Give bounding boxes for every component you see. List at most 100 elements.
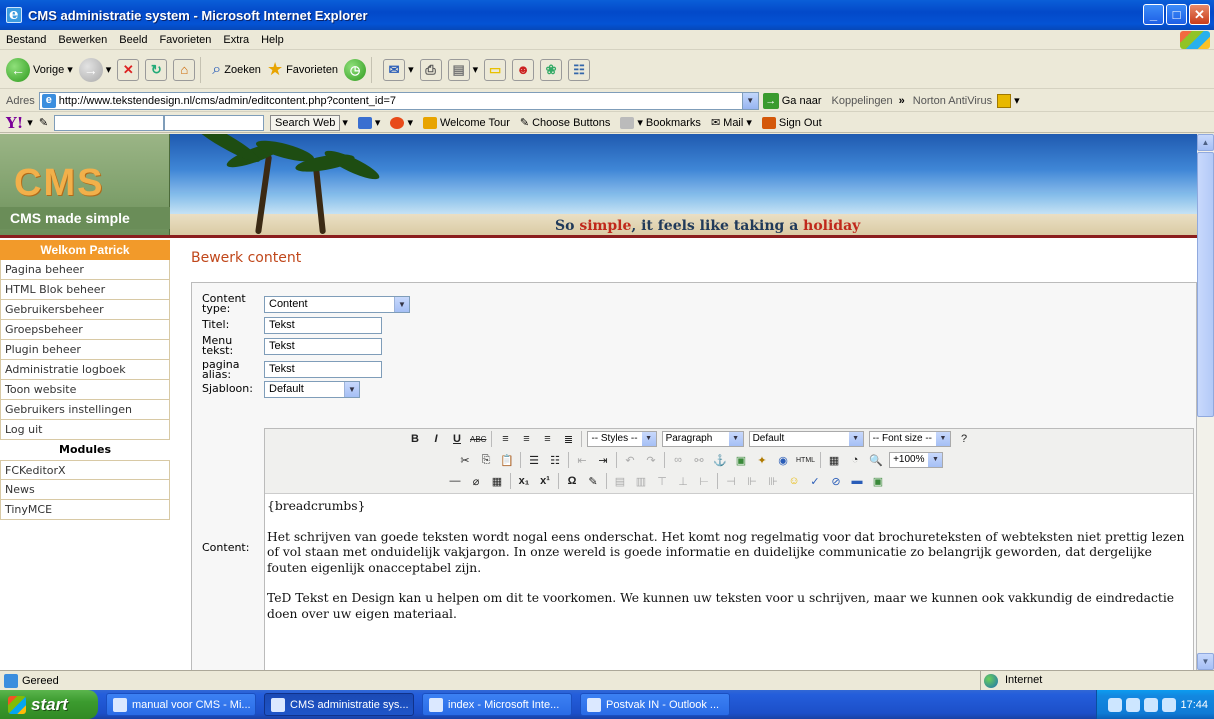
links-button[interactable]: Koppelingen [832,95,893,107]
emotion-icon[interactable]: ☺ [786,473,802,489]
col-after-icon[interactable]: ⊩ [744,473,760,489]
content-type-select[interactable]: Content ▼ [264,296,410,313]
zoom-select[interactable]: +100% ▼ [889,452,944,468]
favorites-button[interactable]: ★ Favorieten [267,59,338,80]
norton-dropdown-icon[interactable]: ▾ [1014,94,1020,107]
yahoo-list-icon[interactable]: ▾ [357,116,380,129]
close-button[interactable]: ✕ [1189,4,1210,25]
clock[interactable]: 17:44 [1180,699,1208,711]
flash-icon[interactable]: ⊘ [828,473,844,489]
taskbar-item-cms[interactable]: CMS administratie sys... [264,693,414,716]
html-icon[interactable]: HTML [796,452,815,468]
page-scrollbar[interactable]: ▲ ▼ [1197,134,1214,670]
network-icon[interactable] [1162,697,1177,712]
format-select[interactable]: Paragraph ▼ [661,431,744,447]
contacts-icon[interactable]: ☷ [568,58,591,81]
strikethrough-button[interactable]: ABC [470,431,486,447]
copy-icon[interactable]: ⎘ [478,452,494,468]
menu-bestand[interactable]: Bestand [0,34,52,46]
menu-bewerken[interactable]: Bewerken [52,34,113,46]
editor-content[interactable]: {breadcrumbs} Het schrijven van goede te… [267,499,1187,637]
cleanup-icon[interactable]: ✦ [754,452,770,468]
yahoo-logo-icon[interactable]: Y! [6,114,23,132]
font-select[interactable]: Default ▼ [748,431,864,447]
col-before-icon[interactable]: ⊣ [723,473,739,489]
undo-icon[interactable]: ↶ [622,452,638,468]
sidebar-module-fckeditorx[interactable]: FCKeditorX [0,460,170,480]
table-icon[interactable]: ▤ [612,473,628,489]
address-input[interactable]: e http://www.tekstendesign.nl/cms/admin/… [38,91,759,110]
search-button[interactable]: ⌕ Zoeken [212,61,261,79]
yahoo-compass-icon[interactable]: ▾ [390,116,413,129]
unlink-icon[interactable]: ⚯ [691,452,707,468]
taskbar-item-index[interactable]: index - Microsoft Inte... [422,693,572,716]
sidebar-item-gebruikersbeheer[interactable]: Gebruikersbeheer [0,300,170,320]
spellcheck-icon[interactable]: ✓ [807,473,823,489]
yahoo-search-history[interactable] [164,114,265,131]
outdent-icon[interactable]: ⇤ [574,452,590,468]
pencil-icon[interactable]: ✎ [39,116,48,129]
bookmarks-button[interactable]: ▾ Bookmarks [620,116,701,129]
page-alias-input[interactable]: Tekst [264,361,382,378]
choose-buttons-button[interactable]: ✎ Choose Buttons [520,116,611,130]
title-input[interactable]: Tekst [264,317,382,334]
stop-icon[interactable]: ✕ [117,58,140,81]
remove-format-icon[interactable]: ⌀ [468,473,484,489]
styles-select[interactable]: -- Styles -- ▼ [587,431,657,447]
edit-dropdown-icon[interactable]: ▾ [473,63,479,76]
template-select[interactable]: Default ▼ [264,381,360,398]
print-icon[interactable]: ⎙ [419,58,442,81]
code-icon[interactable]: ◉ [775,452,791,468]
home-icon[interactable]: ⌂ [173,58,196,81]
keyboard-icon[interactable] [1108,697,1123,712]
start-button[interactable]: start [0,690,98,719]
forward-button[interactable]: → ▾ [78,57,112,82]
underline-button[interactable]: U [449,431,465,447]
italic-button[interactable]: I [428,431,444,447]
image-manager-icon[interactable]: ▣ [870,473,886,489]
row-after-icon[interactable]: ⊥ [675,473,691,489]
date-icon[interactable]: ▦ [826,452,842,468]
indent-icon[interactable]: ⇥ [595,452,611,468]
align-center-icon[interactable]: ≡ [518,431,534,447]
sidebar-item-gebruikers-instellingen[interactable]: Gebruikers instellingen [0,400,170,420]
paste-icon[interactable]: 📋 [499,452,515,468]
taskbar-item-outlook[interactable]: Postvak IN - Outlook ... [580,693,730,716]
sidebar-item-log-uit[interactable]: Log uit [0,420,170,440]
anchor-icon[interactable]: ⚓ [712,452,728,468]
bullet-list-icon[interactable]: ☰ [526,452,542,468]
delete-row-icon[interactable]: ⊢ [696,473,712,489]
research-icon[interactable]: ❀ [540,58,563,81]
superscript-icon[interactable]: x¹ [537,473,553,489]
align-left-icon[interactable]: ≡ [497,431,513,447]
delete-col-icon[interactable]: ⊪ [765,473,781,489]
sidebar-item-administratie-logboek[interactable]: Administratie logboek [0,360,170,380]
menu-beeld[interactable]: Beeld [113,34,153,46]
scroll-up-icon[interactable]: ▲ [1197,134,1214,151]
subscript-icon[interactable]: x₁ [516,473,532,489]
insert-image-icon[interactable]: ✎ [585,473,601,489]
special-char-icon[interactable]: Ω [564,473,580,489]
cut-icon[interactable]: ✂ [457,452,473,468]
numbered-list-icon[interactable]: ☷ [547,452,563,468]
visual-aid-icon[interactable]: ▦ [489,473,505,489]
edit-icon[interactable]: ▤ [447,58,470,81]
forward-dropdown-icon[interactable]: ▾ [106,63,112,76]
chevron-right-icon[interactable]: » [899,95,905,107]
maximize-button[interactable]: □ [1166,4,1187,25]
volume-icon[interactable] [1144,697,1159,712]
image-icon[interactable]: ▣ [733,452,749,468]
search-web-button[interactable]: Search Web [270,114,341,131]
scroll-down-icon[interactable]: ▼ [1197,653,1214,670]
folder-icon[interactable]: ▭ [484,58,507,81]
menu-favorieten[interactable]: Favorieten [153,34,217,46]
scroll-thumb[interactable] [1197,152,1214,417]
font-size-select[interactable]: -- Font size -- ▼ [868,431,952,447]
menu-extra[interactable]: Extra [217,34,255,46]
sidebar-module-tinymce[interactable]: TinyMCE [0,500,170,520]
align-right-icon[interactable]: ≡ [539,431,555,447]
menu-text-input[interactable]: Tekst [264,338,382,355]
cms-logo[interactable]: CMS CMS made simple [0,134,170,235]
back-dropdown-icon[interactable]: ▾ [67,63,73,76]
sidebar-module-news[interactable]: News [0,480,170,500]
